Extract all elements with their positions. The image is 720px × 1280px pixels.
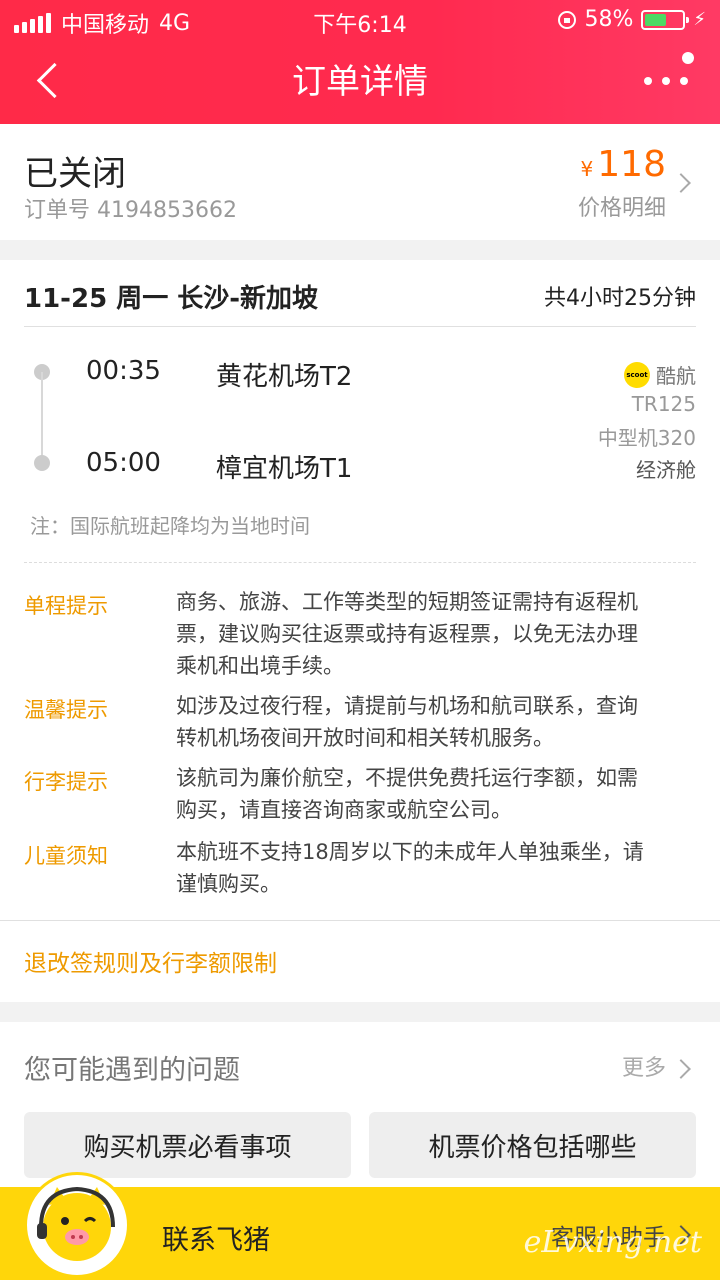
aircraft-type: 中型机320 bbox=[597, 426, 696, 450]
flight-route: 11-25 周一 长沙-新加坡 bbox=[24, 284, 319, 314]
tip-text: 商务、旅游、工作等类型的短期签证需持有返程机 票，建议购买往返票或持有返程票，以… bbox=[176, 586, 696, 682]
contact-fliggy-label[interactable]: 联系飞猪 bbox=[162, 1218, 270, 1257]
tip-text: 如涉及过夜行程，请提前与机场和航司联系，查询 转机机场夜间开放时间和相关转机服务… bbox=[176, 690, 696, 754]
more-options-button[interactable] bbox=[644, 52, 694, 98]
arrival-time: 05:00 bbox=[86, 448, 161, 478]
flight-number: TR125 bbox=[631, 392, 696, 416]
tip-line: 转机机场夜间开放时间和相关转机服务。 bbox=[176, 726, 554, 750]
tip-label: 行李提示 bbox=[24, 770, 108, 794]
rotation-lock-icon bbox=[558, 10, 577, 29]
chevron-right-icon[interactable] bbox=[671, 173, 691, 193]
tip-line: 该航司为廉价航空，不提供免费托运行李额，如需 bbox=[176, 766, 638, 790]
tip-line: 商务、旅游、工作等类型的短期签证需持有返程机 bbox=[176, 590, 638, 614]
charging-icon: ⚡ bbox=[693, 9, 706, 30]
order-status-card: 已关闭 订单号 4194853662 ¥118 价格明细 bbox=[0, 124, 720, 240]
tip-line: 本航班不支持18周岁以下的未成年人单独乘坐，请 bbox=[176, 840, 644, 864]
local-time-note: 注：国际航班起降均为当地时间 bbox=[30, 514, 310, 538]
airline-row: scoot 酷航 bbox=[624, 360, 696, 389]
page-title: 订单详情 bbox=[292, 62, 428, 102]
tip-label: 温馨提示 bbox=[24, 698, 108, 722]
departure-airport: 黄花机场T2 bbox=[216, 362, 353, 392]
header: 中国移动 4G 下午6:14 58% ⚡ 订单详情 bbox=[0, 0, 720, 124]
tip-line: 乘机和出境手续。 bbox=[176, 654, 344, 678]
notification-dot-icon bbox=[682, 52, 694, 64]
airline-name: 酷航 bbox=[656, 364, 696, 388]
timeline-line bbox=[41, 372, 43, 464]
flight-duration: 共4小时25分钟 bbox=[544, 286, 696, 311]
tip-line: 票，建议购买往返票或持有返程票，以免无法办理 bbox=[176, 622, 638, 646]
faq-more-link[interactable]: 更多 bbox=[622, 1050, 666, 1082]
faq-title: 您可能遇到的问题 bbox=[24, 1055, 240, 1086]
order-price[interactable]: ¥118 bbox=[581, 144, 666, 185]
battery-icon bbox=[641, 9, 690, 30]
divider bbox=[0, 920, 720, 921]
tip-label: 儿童须知 bbox=[24, 844, 108, 868]
status-bar: 中国移动 4G 下午6:14 58% ⚡ bbox=[0, 0, 720, 40]
price-value: 118 bbox=[597, 144, 666, 185]
faq-button-purchase-notes[interactable]: 购买机票必看事项 bbox=[24, 1112, 351, 1178]
arrival-dot-icon bbox=[34, 455, 50, 471]
battery-fill bbox=[645, 13, 667, 26]
faq-button-price-includes[interactable]: 机票价格包括哪些 bbox=[369, 1112, 696, 1178]
chevron-right-icon[interactable] bbox=[671, 1059, 691, 1079]
pig-mascot-icon bbox=[37, 1186, 115, 1261]
divider bbox=[24, 326, 696, 327]
tip-line: 购买，请直接咨询商家或航空公司。 bbox=[176, 798, 512, 822]
arrival-airport: 樟宜机场T1 bbox=[216, 454, 353, 484]
order-status: 已关闭 bbox=[24, 154, 126, 194]
price-detail-link[interactable]: 价格明细 bbox=[578, 190, 666, 222]
tip-line: 如涉及过夜行程，请提前与机场和航司联系，查询 bbox=[176, 694, 638, 718]
battery-percent: 58% bbox=[584, 7, 634, 32]
departure-time: 00:35 bbox=[86, 356, 161, 386]
dashed-divider bbox=[24, 562, 696, 563]
flight-card: 11-25 周一 长沙-新加坡 共4小时25分钟 00:35 黄花机场T2 05… bbox=[0, 260, 720, 1002]
tip-line: 谨慎购买。 bbox=[176, 872, 281, 896]
cabin-class: 经济舱 bbox=[636, 458, 696, 482]
mascot-avatar[interactable] bbox=[24, 1172, 130, 1278]
tip-text: 该航司为廉价航空，不提供免费托运行李额，如需 购买，请直接咨询商家或航空公司。 bbox=[176, 762, 696, 826]
watermark: eLvxing.net bbox=[523, 1225, 702, 1260]
tip-label: 单程提示 bbox=[24, 594, 108, 618]
refund-rules-link[interactable]: 退改签规则及行李额限制 bbox=[24, 944, 277, 978]
airline-logo-icon: scoot bbox=[624, 361, 650, 388]
currency-symbol: ¥ bbox=[580, 157, 594, 181]
order-number: 订单号 4194853662 bbox=[24, 198, 237, 223]
tip-text: 本航班不支持18周岁以下的未成年人单独乘坐，请 谨慎购买。 bbox=[176, 836, 696, 900]
